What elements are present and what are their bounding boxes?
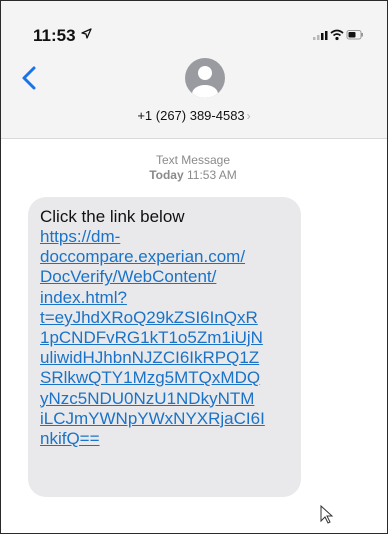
chevron-left-icon[interactable] xyxy=(15,63,45,93)
message-link-line[interactable]: doccompare.experian.com/ xyxy=(40,247,291,267)
message-link-line[interactable]: nkifQ== xyxy=(40,429,291,449)
message-bubble[interactable]: Click the link below https://dm-doccompa… xyxy=(28,197,301,497)
message-time: Today 11:53 AM xyxy=(0,168,386,183)
location-arrow-icon xyxy=(81,28,92,39)
status-time: 11:53 xyxy=(33,26,76,45)
message-link-line[interactable]: yNzc5NDU0NzU1NDkyNTM xyxy=(40,389,291,409)
message-type-label: Text Message xyxy=(155,153,231,167)
message-day: Today xyxy=(149,168,184,182)
conversation-header: 11:53 +1 (267) 389-4583 › xyxy=(1,1,387,139)
message-link-line[interactable]: index.html? xyxy=(40,288,291,308)
message-link-line[interactable]: t=eyJhdXRoQ29kZSI6InQxR xyxy=(40,308,291,328)
contact-number: +1 (267) 389-4583 xyxy=(137,108,245,123)
contact-name[interactable]: +1 (267) 389-4583 › xyxy=(1,108,387,123)
chevron-right-icon: › xyxy=(246,109,251,123)
person-icon[interactable] xyxy=(185,58,225,98)
message-link-line[interactable]: DocVerify/WebContent/ xyxy=(40,267,291,287)
thread-timestamp: Text Message Today 11:53 AM xyxy=(0,153,386,183)
status-icons xyxy=(313,29,363,41)
battery-icon xyxy=(346,30,363,40)
message-link-line[interactable]: uliwidHJhbnNJZCI6IkRPQ1Z xyxy=(40,348,291,368)
message-clock: 11:53 AM xyxy=(186,168,237,182)
wifi-icon xyxy=(330,29,344,41)
message-link-line[interactable]: SRlkwQTY1Mzg5MTQxMDQ xyxy=(40,368,291,388)
mouse-pointer-icon xyxy=(320,505,334,524)
message-link-line[interactable]: 1pCNDFvRG1kT1o5Zm1iUjN xyxy=(40,328,291,348)
cellular-signal-icon xyxy=(313,31,328,40)
message-link[interactable]: https://dm-doccompare.experian.com/DocVe… xyxy=(40,227,291,449)
message-intro: Click the link below xyxy=(40,207,185,226)
message-link-line[interactable]: iLCJmYWNpYWxNYXRjaCI6I xyxy=(40,409,291,429)
message-link-line[interactable]: https://dm- xyxy=(40,227,291,247)
